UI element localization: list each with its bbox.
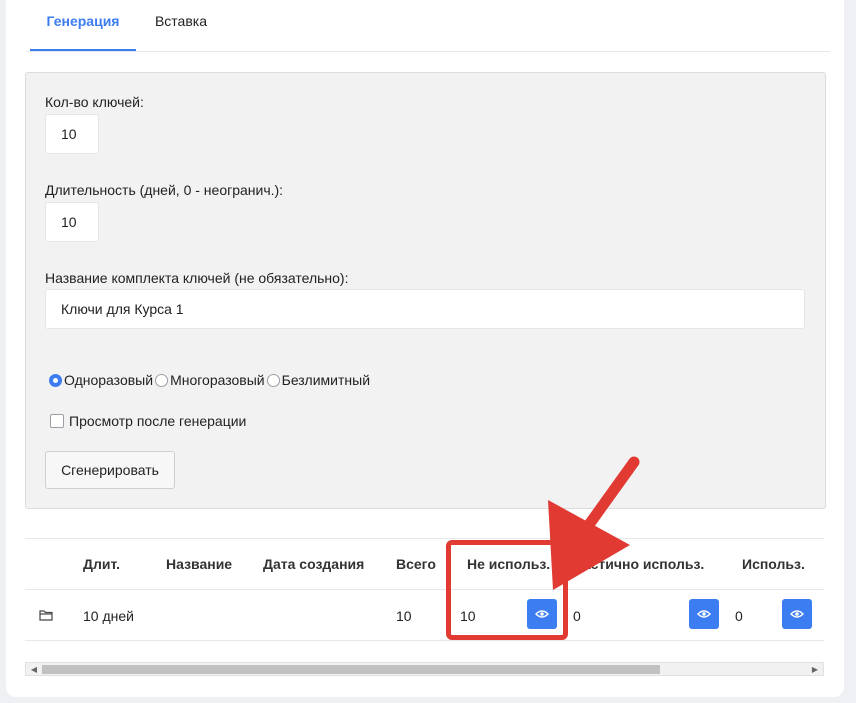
view-after-generation-option[interactable]: Просмотр после генерации bbox=[50, 413, 246, 429]
header-divider bbox=[25, 589, 824, 590]
view-unused-button[interactable] bbox=[527, 599, 557, 629]
header-unused: Не использ. bbox=[467, 556, 551, 572]
radio-unlimited[interactable]: Безлимитный bbox=[266, 372, 371, 388]
keys-card: Генерация Вставка Кол-во ключей: 10 Длит… bbox=[6, 0, 844, 697]
view-after-generation-label: Просмотр после генерации bbox=[69, 413, 247, 429]
folder-icon[interactable] bbox=[39, 608, 53, 626]
header-duration: Длит. bbox=[83, 556, 120, 572]
tab-generation[interactable]: Генерация bbox=[30, 0, 136, 51]
keys-table: Длит. Название Дата создания Всего Не ис… bbox=[25, 538, 824, 678]
key-count-label: Кол-во ключей: bbox=[45, 94, 144, 110]
key-count-input[interactable]: 10 bbox=[45, 114, 99, 154]
radio-unlimited-label: Безлимитный bbox=[281, 372, 371, 388]
tab-bar: Генерация Вставка bbox=[26, 0, 830, 52]
duration-label: Длительность (дней, 0 - неогранич.): bbox=[45, 182, 284, 198]
scrollbar-thumb[interactable] bbox=[42, 665, 660, 674]
generate-button[interactable]: Сгенерировать bbox=[45, 451, 175, 489]
scroll-right-icon[interactable]: ▶ bbox=[809, 664, 821, 675]
horizontal-scrollbar[interactable]: ◀ ▶ bbox=[25, 662, 824, 676]
duration-input[interactable]: 10 bbox=[45, 202, 99, 242]
eye-icon bbox=[535, 610, 549, 618]
eye-icon bbox=[697, 610, 711, 618]
table-top-divider bbox=[25, 538, 824, 539]
cell-total: 10 bbox=[396, 608, 412, 624]
radio-multi-use-label: Многоразовый bbox=[170, 372, 265, 388]
generation-form: Кол-во ключей: 10 Длительность (дней, 0 … bbox=[25, 72, 826, 509]
tab-insert[interactable]: Вставка bbox=[146, 0, 216, 50]
radio-checked-icon bbox=[49, 373, 62, 387]
view-partially-used-button[interactable] bbox=[689, 599, 719, 629]
key-type-radio-group: Одноразовый Многоразовый Безлимитный bbox=[49, 372, 372, 388]
view-after-generation-checkbox[interactable] bbox=[50, 414, 64, 428]
cell-duration: 10 дней bbox=[83, 608, 134, 624]
cell-partially-used: 0 bbox=[573, 608, 581, 624]
scroll-left-icon[interactable]: ◀ bbox=[28, 664, 40, 675]
radio-single-use-label: Одноразовый bbox=[64, 372, 154, 388]
radio-unchecked-icon bbox=[266, 373, 280, 387]
set-name-input[interactable]: Ключи для Курса 1 bbox=[45, 289, 805, 329]
cell-used: 0 bbox=[735, 608, 743, 624]
header-created-date: Дата создания bbox=[263, 556, 365, 572]
header-partially-used: Частично использ. bbox=[573, 556, 705, 572]
header-used: Использ. bbox=[742, 556, 805, 572]
header-total: Всего bbox=[396, 556, 436, 572]
radio-multi-use[interactable]: Многоразовый bbox=[155, 372, 265, 388]
set-name-label: Название комплекта ключей (не обязательн… bbox=[45, 270, 349, 286]
eye-icon bbox=[790, 610, 804, 618]
radio-unchecked-icon bbox=[155, 373, 169, 387]
row-divider bbox=[25, 640, 824, 641]
header-name: Название bbox=[166, 556, 233, 572]
view-used-button[interactable] bbox=[782, 599, 812, 629]
cell-unused: 10 bbox=[460, 608, 476, 624]
radio-single-use[interactable]: Одноразовый bbox=[49, 372, 153, 388]
